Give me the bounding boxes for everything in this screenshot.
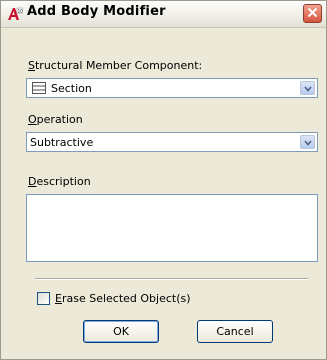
chevron-down-icon <box>303 136 312 149</box>
operation-dropdown-button[interactable] <box>300 135 315 149</box>
operation-label: Operation <box>28 113 83 126</box>
add-body-modifier-dialog: 10 Add Body Modifier Structural Member C… <box>0 0 327 360</box>
autocad-app-icon: 10 <box>7 7 24 21</box>
chevron-down-icon <box>303 82 312 95</box>
section-icon <box>32 82 46 94</box>
operation-select[interactable]: Subtractive <box>26 132 318 152</box>
structural-member-component-dropdown-button[interactable] <box>300 81 315 95</box>
title-bar[interactable]: 10 Add Body Modifier <box>1 1 326 28</box>
ok-button[interactable]: OK <box>83 320 159 343</box>
erase-selected-label[interactable]: Erase Selected Object(s) <box>55 292 191 305</box>
structural-member-component-value: Section <box>51 82 92 95</box>
operation-value: Subtractive <box>30 136 94 149</box>
close-button[interactable] <box>303 4 322 23</box>
description-textarea[interactable] <box>26 194 318 262</box>
cancel-button[interactable]: Cancel <box>197 320 273 343</box>
dialog-title: Add Body Modifier <box>27 4 166 19</box>
description-label: Description <box>28 175 91 188</box>
close-icon <box>307 7 318 21</box>
structural-member-component-label: Structural Member Component: <box>28 59 203 72</box>
divider <box>35 278 308 280</box>
svg-text:10: 10 <box>18 8 23 13</box>
erase-selected-checkbox[interactable] <box>37 292 50 305</box>
structural-member-component-select[interactable]: Section <box>26 78 318 98</box>
